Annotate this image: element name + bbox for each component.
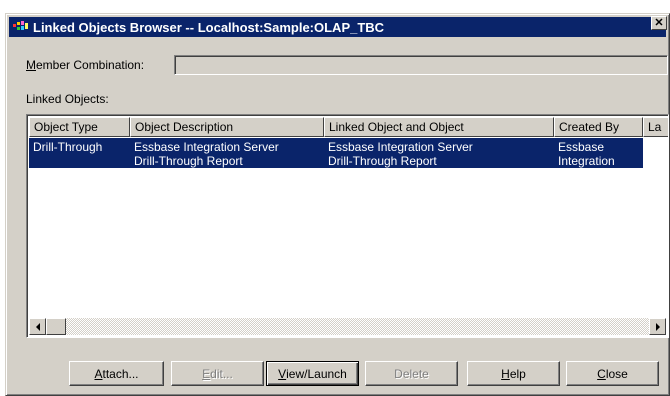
scrollbar-thumb[interactable] <box>46 318 66 335</box>
scroll-right-button[interactable] <box>649 318 666 335</box>
close-icon: ✕ <box>654 16 664 29</box>
list-header: Object Type Object Description Linked Ob… <box>29 117 668 137</box>
window-title: Linked Objects Browser -- Localhost:Samp… <box>33 19 385 35</box>
app-icon <box>12 20 30 34</box>
delete-button[interactable]: Delete <box>365 361 458 386</box>
column-header-last[interactable]: La <box>643 117 668 137</box>
cell-linked-object: Essbase Integration Server Drill-Through… <box>328 140 473 168</box>
scroll-right-arrow-icon <box>655 322 660 331</box>
linked-objects-label: Linked Objects: <box>26 92 109 106</box>
column-header-object-type[interactable]: Object Type <box>29 117 130 137</box>
table-row[interactable]: Drill-Through Essbase Integration Server… <box>29 138 666 168</box>
view-launch-button[interactable]: View/Launch <box>266 361 359 386</box>
column-header-linked-object[interactable]: Linked Object and Object <box>324 117 554 137</box>
linked-objects-list[interactable]: Object Type Object Description Linked Ob… <box>26 114 669 338</box>
close-button[interactable]: Close <box>566 361 659 386</box>
edit-button[interactable]: Edit... <box>171 361 264 386</box>
member-combination-field <box>174 55 668 75</box>
cell-last <box>643 138 666 168</box>
help-button[interactable]: Help <box>467 361 560 386</box>
column-header-created-by[interactable]: Created By <box>554 117 643 137</box>
attach-button[interactable]: Attach... <box>69 361 164 386</box>
cell-created-by: Essbase Integration <box>558 140 615 168</box>
member-combination-label: Member Combination: <box>26 58 145 72</box>
scroll-left-arrow-icon <box>35 322 40 331</box>
scroll-left-button[interactable] <box>29 318 46 335</box>
title-bar[interactable]: Linked Objects Browser -- Localhost:Samp… <box>9 17 666 37</box>
close-window-button[interactable]: ✕ <box>651 16 667 30</box>
linked-objects-dialog: Linked Objects Browser -- Localhost:Samp… <box>5 13 670 396</box>
cell-object-type: Drill-Through <box>33 140 103 154</box>
scrollbar-track[interactable] <box>46 318 649 335</box>
cell-object-description: Essbase Integration Server Drill-Through… <box>134 140 279 168</box>
horizontal-scrollbar[interactable] <box>29 318 666 335</box>
column-header-object-description[interactable]: Object Description <box>130 117 324 137</box>
